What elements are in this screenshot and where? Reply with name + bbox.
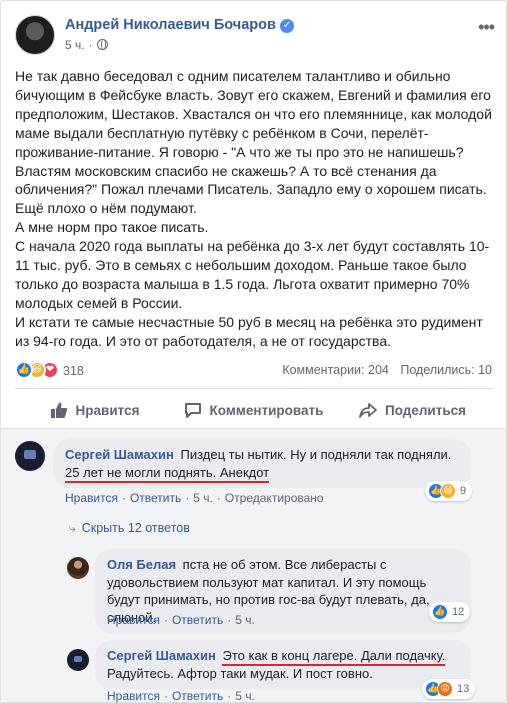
post-paragraph: С начала 2020 года выплаты на ребёнка до…	[15, 238, 490, 311]
like-button-label: Нравится	[75, 402, 140, 418]
toggle-replies-label: Скрыть 12 ответов	[81, 521, 190, 535]
separator: ·	[227, 689, 232, 703]
separator: ·	[185, 491, 190, 505]
post-stats: 👍 😆 ❤ 318 Комментарии: 204 Поделились: 1…	[15, 360, 492, 382]
commenter-avatar[interactable]	[15, 441, 45, 471]
like-button[interactable]: Нравится	[15, 393, 174, 427]
reply-reply-link[interactable]: Ответить	[172, 613, 223, 627]
comment-time[interactable]: 5 ч.	[193, 491, 213, 505]
meta-separator: ·	[88, 38, 93, 52]
post-time[interactable]: 5 ч.	[65, 38, 85, 52]
author-avatar[interactable]	[15, 15, 55, 55]
comment-icon	[184, 403, 201, 418]
author-name-row: Андрей Николаевич Бочаров ✓	[65, 17, 294, 33]
divider	[15, 388, 492, 389]
reply-time[interactable]: 5 ч.	[235, 613, 255, 627]
comment-bubble: Сергей Шамахин Пиздец ты нытик. Ну и под…	[53, 439, 471, 488]
separator: ·	[163, 689, 168, 703]
verified-icon: ✓	[279, 19, 294, 33]
reply-time[interactable]: 5 ч.	[235, 689, 255, 703]
reply-author-name[interactable]: Сергей Шамахин	[107, 648, 216, 663]
reply-reply-link[interactable]: Ответить	[172, 689, 223, 703]
separator: ·	[216, 491, 221, 505]
comment-button[interactable]: Комментировать	[174, 393, 333, 427]
reply-reaction-count: 12	[452, 606, 465, 618]
reply-arrow-icon: ⤷	[69, 521, 76, 535]
haha-reaction-icon: 😆	[440, 483, 456, 499]
reply-actions: Нравится · Ответить · 5 ч.	[107, 613, 255, 627]
stats-right: Комментарии: 204 Поделились: 10	[282, 363, 492, 377]
reply-text: Радуйтесь. Афтор таки мудак. И пост говн…	[107, 665, 373, 681]
reply-avatar[interactable]	[67, 649, 89, 671]
separator: ·	[163, 613, 168, 627]
thumbs-up-icon	[50, 402, 67, 418]
like-reaction-icon: 👍	[15, 361, 33, 379]
reply-avatar[interactable]	[67, 557, 89, 579]
reply-author-name[interactable]: Оля Белая	[107, 557, 176, 572]
post-actions: Нравится Комментировать Поделиться	[15, 393, 492, 427]
like-reaction-icon: 👍	[432, 604, 448, 620]
toggle-replies-link[interactable]: ⤷ Скрыть 12 ответов	[69, 521, 190, 536]
post-card: Андрей Николаевич Бочаров ✓ 5 ч. · ••• Не …	[0, 0, 507, 703]
separator: ·	[121, 491, 126, 505]
comment-like-link[interactable]: Нравится	[65, 491, 118, 505]
comments-count[interactable]: Комментарии: 204	[282, 363, 389, 377]
reply-like-link[interactable]: Нравится	[107, 613, 160, 627]
post-paragraph: А мне норм про такое писать.	[15, 219, 209, 236]
post-paragraph: Не так давно беседовал с одним писателем…	[15, 68, 492, 217]
share-button-label: Поделиться	[384, 402, 467, 418]
comment-text-highlighted: 25 лет не могли поднять. Анекдот	[65, 464, 270, 483]
edited-label[interactable]: Отредактировано	[225, 491, 324, 505]
reply-reactions[interactable]: 👍 😡 13	[422, 679, 476, 699]
post-meta: 5 ч. ·	[65, 38, 108, 52]
comment-button-label: Комментировать	[209, 402, 324, 418]
reply-actions: Нравится · Ответить · 5 ч.	[107, 689, 255, 703]
shares-count[interactable]: Поделились: 10	[400, 363, 492, 377]
reply-like-link[interactable]: Нравится	[107, 689, 160, 703]
reply-text-highlighted: Это как в конц лагере. Дали подачку.	[222, 648, 446, 666]
comment-actions: Нравится · Ответить · 5 ч. · Отредактировано	[65, 491, 324, 505]
comment-text: Пиздец ты нытик. Ну и подняли так поднял…	[180, 447, 452, 462]
comment-reaction-count: 9	[460, 485, 467, 497]
reply-reactions[interactable]: 👍 12	[429, 602, 471, 622]
angry-reaction-icon: 😡	[437, 681, 453, 697]
globe-icon	[96, 39, 108, 50]
share-icon	[359, 403, 377, 418]
author-name[interactable]: Андрей Николаевич Бочаров	[65, 17, 276, 33]
comment-reactions[interactable]: 👍 😆 9	[425, 481, 473, 501]
post-header: Андрей Николаевич Бочаров ✓ 5 ч. · •••	[15, 13, 495, 59]
more-options-icon[interactable]: •••	[478, 17, 495, 38]
reaction-count: 318	[63, 364, 84, 378]
comment-reply-link[interactable]: Ответить	[130, 491, 181, 505]
reply-reaction-count: 13	[457, 683, 470, 695]
post-paragraph: И кстати те самые несчастные 50 руб в ме…	[15, 313, 483, 349]
commenter-name[interactable]: Сергей Шамахин	[65, 447, 174, 462]
separator: ·	[227, 613, 232, 627]
comments-section: Сергей Шамахин Пиздец ты нытик. Ну и под…	[1, 428, 506, 703]
share-button[interactable]: Поделиться	[333, 393, 492, 427]
reply-bubble: Сергей Шамахин Это как в конц лагере. Да…	[95, 640, 471, 689]
post-text: Не так давно беседовал с одним писателем…	[15, 67, 493, 351]
